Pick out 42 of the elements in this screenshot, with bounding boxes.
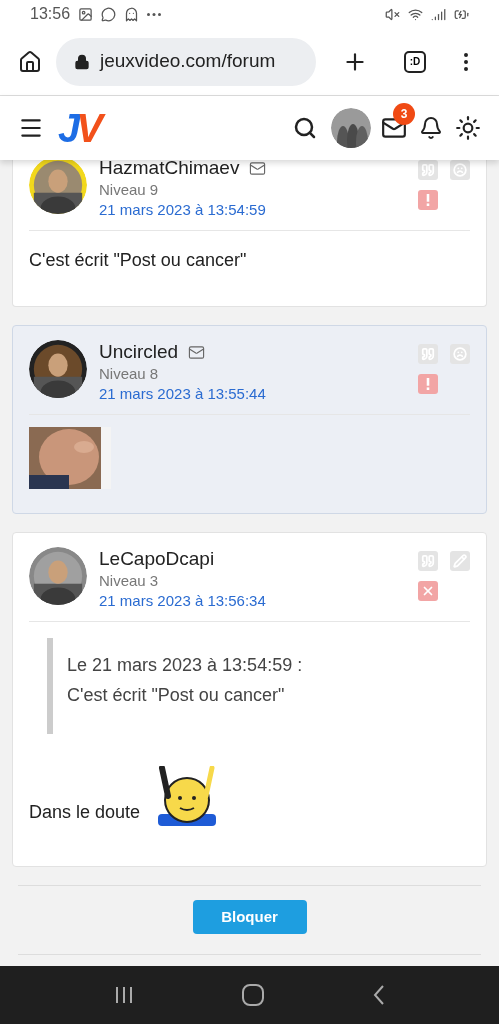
notification-badge: 3 xyxy=(393,103,415,125)
quote-icon xyxy=(421,163,435,177)
recent-apps-icon[interactable] xyxy=(114,987,135,1003)
chat-icon xyxy=(101,6,117,22)
user-level: Niveau 9 xyxy=(99,180,160,200)
clock: 13:56 xyxy=(30,4,71,24)
theme-icon[interactable] xyxy=(455,115,481,141)
search-icon[interactable] xyxy=(293,116,317,140)
author-name[interactable]: HazmatChimaev xyxy=(99,156,240,180)
lock-icon xyxy=(74,53,90,70)
user-level: Niveau 8 xyxy=(99,364,160,384)
home-icon[interactable] xyxy=(18,49,42,74)
bell-icon[interactable] xyxy=(419,116,443,140)
post-date[interactable]: 21 mars 2023 à 13:54:59 xyxy=(99,200,406,220)
url-text: jeuxvideo.com/forum xyxy=(100,49,276,74)
author-name[interactable]: LeCapoDcapi xyxy=(99,547,215,571)
quote-icon xyxy=(421,554,435,568)
sad-face-icon xyxy=(453,347,467,361)
wifi-icon xyxy=(408,6,423,22)
back-icon[interactable] xyxy=(372,985,385,1005)
tab-switcher-button[interactable]: :D xyxy=(404,50,426,73)
address-bar[interactable]: jeuxvideo.com/forum xyxy=(56,37,316,86)
post-text: Dans le doute xyxy=(29,801,141,824)
alert-icon xyxy=(426,194,430,206)
more-icon xyxy=(147,12,162,16)
signal-icon xyxy=(431,6,446,22)
post-date[interactable]: 21 mars 2023 à 13:56:34 xyxy=(99,591,406,611)
quote-icon xyxy=(421,347,435,361)
alert-icon xyxy=(426,378,430,390)
post-date[interactable]: 21 mars 2023 à 13:55:44 xyxy=(99,384,406,404)
post-text: C'est écrit "Post ou cancer" xyxy=(29,249,248,272)
pencil-icon xyxy=(453,554,467,568)
quote-line: C'est écrit "Post ou cancer" xyxy=(67,684,286,707)
delete-icon xyxy=(421,584,435,598)
user-level: Niveau 3 xyxy=(99,571,160,591)
quote-line: Le 21 mars 2023 à 13:54:59 : xyxy=(67,654,304,677)
home-icon[interactable] xyxy=(242,984,265,1006)
sad-face-icon xyxy=(453,163,467,177)
mute-icon xyxy=(385,6,400,22)
author-name[interactable]: Uncircled xyxy=(99,340,179,364)
ghost-icon xyxy=(124,6,140,22)
image-icon xyxy=(78,6,94,22)
